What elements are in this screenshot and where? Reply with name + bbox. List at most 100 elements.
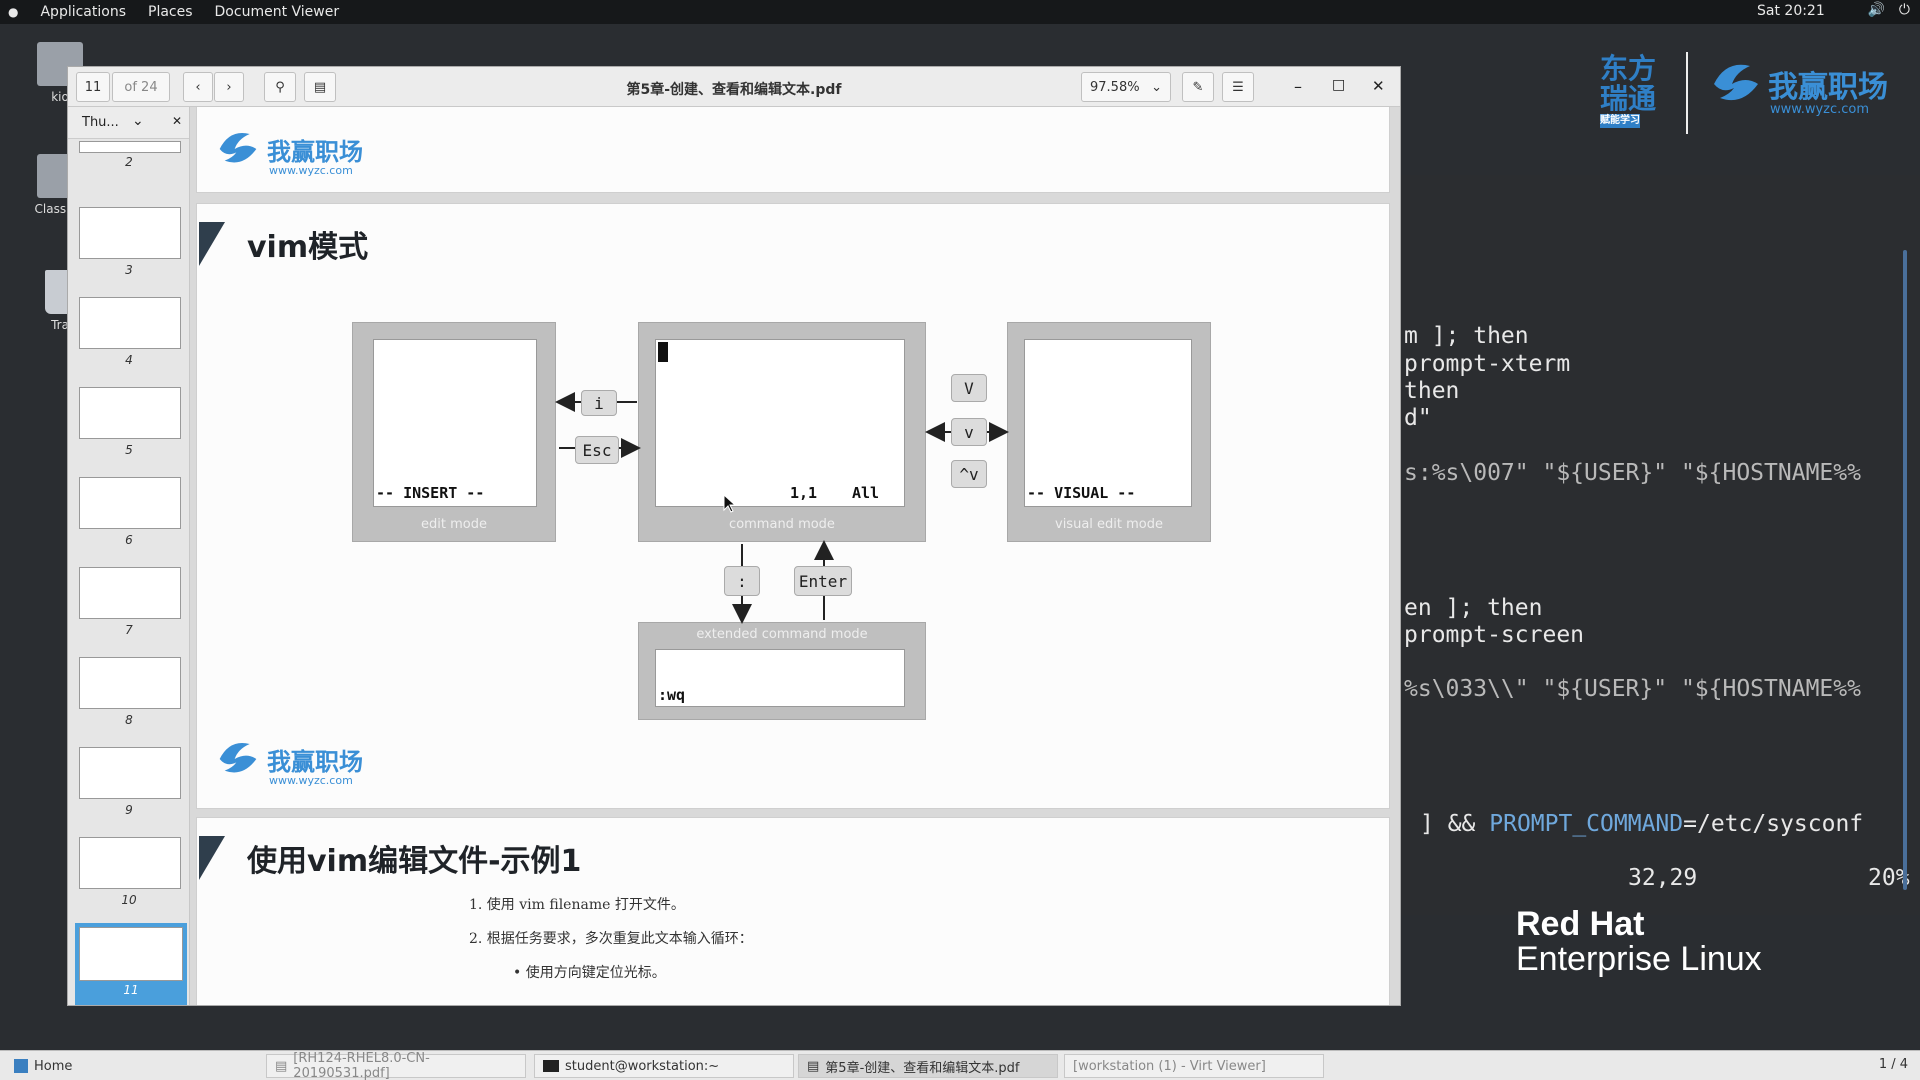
workspace-pager[interactable]: 1 / 4	[1879, 1057, 1908, 1072]
wyzc-swirl-icon	[1714, 64, 1758, 101]
selected-thumbnail[interactable]: 11	[75, 923, 187, 1005]
page-thumbnail[interactable]	[79, 747, 181, 799]
terminal-text: =/etc/sysconf	[1683, 811, 1864, 837]
key-esc: Esc	[575, 436, 619, 464]
next-page-button[interactable]: ›	[214, 72, 244, 102]
terminal-icon	[543, 1060, 559, 1072]
sidebar-toggle-button[interactable]: ▤	[304, 72, 336, 102]
logo-divider	[1686, 52, 1688, 134]
page-thumbnail[interactable]	[79, 657, 181, 709]
menu-icon: ☰	[1232, 79, 1244, 95]
page-number-input[interactable]: 11	[76, 72, 110, 102]
page-thumbnail[interactable]	[79, 297, 181, 349]
app-menu[interactable]: Document Viewer	[215, 4, 340, 20]
taskbar-home[interactable]: Home	[6, 1054, 260, 1078]
thumbnail-label: 8	[125, 713, 133, 727]
terminal-line: d"	[1404, 405, 1432, 431]
taskbar-item-pdf[interactable]: ▤ [RH124-RHEL8.0-CN-20190531.pdf]	[266, 1051, 526, 1080]
thumbnail-label: 4	[125, 353, 133, 367]
close-icon[interactable]: ✕	[172, 114, 182, 128]
body-text: • 使用方向键定位光标。	[513, 965, 666, 981]
dfrt-logo-tagline: 赋能学习	[1600, 114, 1640, 128]
redhat-subtitle: Enterprise Linux	[1516, 940, 1762, 978]
dfrt-logo-line: 东方	[1600, 52, 1657, 85]
terminal-window[interactable]: m ]; then prompt-xterm then d" s:%s\007"…	[1400, 175, 1920, 915]
page-thumbnail[interactable]	[79, 207, 181, 259]
power-icon[interactable]: ⏻	[1899, 2, 1910, 18]
terminal-line: s:%s\007" "${USER}" "${HOSTNAME%%	[1404, 460, 1861, 486]
close-icon[interactable]: ✕	[1372, 77, 1385, 95]
gnome-foot-icon: ●	[8, 5, 19, 19]
wyzc-swirl-icon	[219, 743, 257, 773]
zoom-value: 97.58%	[1090, 79, 1140, 95]
taskbar-item-label: student@workstation:~	[565, 1058, 720, 1074]
taskbar-item-label: 第5章-创建、查看和编辑文本.pdf	[825, 1060, 1020, 1076]
wyzc-logo: 我赢职场 www.wyzc.com	[213, 734, 393, 792]
page-thumbnail[interactable]	[79, 387, 181, 439]
wyzc-logo: 我赢职场 www.wyzc.com	[213, 124, 393, 182]
redhat-branding: Red Hat Enterprise Linux	[1516, 905, 1762, 979]
applications-menu[interactable]: Applications	[40, 4, 126, 20]
body-text: 1. 使用 vim filename 打开文件。	[469, 897, 685, 913]
key-colon: :	[724, 566, 760, 596]
terminal-line: prompt-screen	[1404, 622, 1585, 648]
volume-icon[interactable]: 🔊	[1867, 2, 1884, 18]
annotate-icon: ✎	[1192, 79, 1204, 95]
page-thumbnail[interactable]	[79, 141, 181, 153]
terminal-line: en ]; then	[1404, 595, 1543, 621]
key-V: V	[951, 374, 987, 402]
terminal-scrollbar[interactable]	[1903, 250, 1907, 890]
zoom-select[interactable]: 97.58% ⌄	[1081, 72, 1171, 102]
terminal-text: ] &&	[1420, 811, 1490, 837]
document-viewer-window: 11 of 24 ‹ › ⚲ ▤ 第5章-创建、查看和编辑文本.pdf 97.5…	[67, 66, 1401, 1006]
redhat-title: Red Hat	[1516, 905, 1645, 943]
hamburger-menu-button[interactable]: ☰	[1222, 72, 1254, 102]
sidebar-icon: ▤	[313, 79, 327, 95]
chevron-left-icon: ‹	[195, 79, 201, 95]
document-icon: ▤	[275, 1058, 288, 1074]
thumbnail-label: 9	[125, 803, 133, 817]
annotate-button[interactable]: ✎	[1182, 72, 1214, 102]
maximize-icon[interactable]: □	[1332, 77, 1345, 93]
document-area[interactable]: 我赢职场 www.wyzc.com vim模式 -- INSERT -- edi…	[190, 107, 1400, 1005]
wyzc-swirl-icon	[219, 133, 257, 163]
wyzc-logo: 我赢职场 www.wyzc.com	[1706, 54, 1888, 124]
page-thumbnail[interactable]	[79, 927, 183, 981]
body-text: 2. 根据任务要求，多次重复此文本输入循环：	[469, 931, 753, 947]
wyzc-logo-text: 我赢职场	[267, 138, 363, 166]
places-menu[interactable]: Places	[148, 4, 193, 20]
thumbnail-label: 2	[125, 155, 133, 169]
taskbar-item-terminal[interactable]: student@workstation:~	[534, 1054, 794, 1078]
viewer-toolbar: 11 of 24 ‹ › ⚲ ▤ 第5章-创建、查看和编辑文本.pdf 97.5…	[68, 67, 1400, 107]
taskbar-item-label: [workstation (1) - Virt Viewer]	[1073, 1058, 1266, 1074]
taskbar-item-viewer[interactable]: ▤ 第5章-创建、查看和编辑文本.pdf	[798, 1054, 1058, 1078]
page-thumbnail[interactable]	[79, 567, 181, 619]
pdf-page: vim模式 -- INSERT -- edit mode 1,1 All com…	[196, 203, 1390, 809]
key-ctrl-v: ^v	[951, 460, 987, 488]
document-icon: ▤	[807, 1058, 820, 1074]
thumbnail-label: 11	[123, 983, 139, 997]
terminal-line: prompt-xterm	[1404, 351, 1571, 377]
sidebar-mode-select[interactable]: Thu...	[82, 115, 119, 130]
cursor-position: 32,29	[1628, 865, 1698, 891]
search-button[interactable]: ⚲	[264, 72, 296, 102]
clock[interactable]: Sat 20:21	[1757, 3, 1825, 19]
sidebar-header: Thu... ⌄ ✕	[68, 107, 189, 139]
prev-page-button[interactable]: ‹	[183, 72, 213, 102]
page-thumbnail[interactable]	[79, 477, 181, 529]
taskbar-item-label: [RH124-RHEL8.0-CN-20190531.pdf]	[293, 1051, 430, 1080]
mode-arrows	[555, 392, 1009, 624]
minimize-icon[interactable]: –	[1294, 77, 1302, 96]
terminal-line: %s\033\\" "${USER}" "${HOSTNAME%%	[1404, 676, 1861, 702]
title-marker	[199, 836, 225, 880]
taskbar: Home ▤ [RH124-RHEL8.0-CN-20190531.pdf] s…	[0, 1050, 1920, 1080]
wyzc-logo-text: 我赢职场	[267, 748, 363, 776]
taskbar-item-virt-viewer[interactable]: [workstation (1) - Virt Viewer]	[1064, 1054, 1324, 1078]
wyzc-logo-url: www.wyzc.com	[269, 164, 353, 177]
chevron-down-icon[interactable]: ⌄	[132, 113, 144, 129]
chevron-right-icon: ›	[226, 79, 232, 95]
wyzc-logo-url: www.wyzc.com	[1770, 102, 1870, 117]
chevron-down-icon: ⌄	[1151, 79, 1162, 95]
page-thumbnail[interactable]	[79, 837, 181, 889]
mouse-pointer-icon	[723, 494, 737, 513]
